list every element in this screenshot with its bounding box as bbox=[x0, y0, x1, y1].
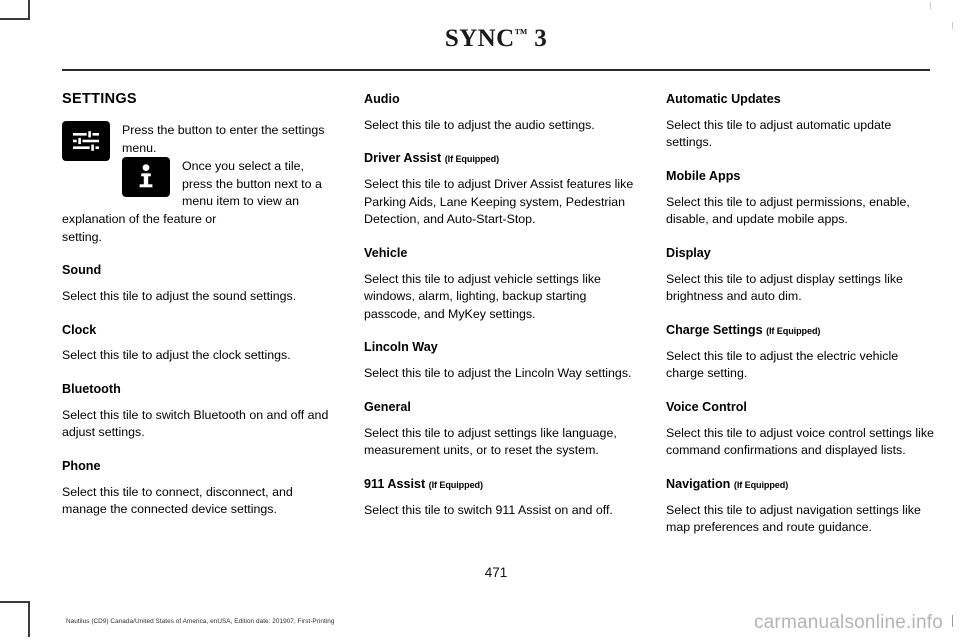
entry-title-text: Mobile Apps bbox=[666, 168, 741, 183]
column-left: SETTINGS Press the button to enter the s… bbox=[62, 91, 334, 537]
entry-title-text: Driver Assist bbox=[364, 151, 442, 166]
entry-body: Select this tile to adjust settings like… bbox=[364, 425, 617, 458]
crop-mark-top-right-secondary bbox=[952, 22, 954, 29]
entry-title: Lincoln Way bbox=[364, 340, 636, 356]
sliders-settings-icon bbox=[62, 120, 110, 161]
entry-title: Audio bbox=[364, 92, 636, 108]
entry-body: Select this tile to adjust display setti… bbox=[666, 271, 903, 304]
entry-title: Navigation (If Equipped) bbox=[666, 477, 938, 493]
entry-title: Vehicle bbox=[364, 246, 636, 262]
entry-body: Select this tile to adjust voice control… bbox=[666, 425, 934, 458]
entry-title: Automatic Updates bbox=[666, 92, 938, 108]
entry-title: Mobile Apps bbox=[666, 169, 938, 185]
entry-title-text: Vehicle bbox=[364, 245, 408, 260]
page-title-main: SYNC bbox=[444, 25, 515, 52]
entry-body: Select this tile to switch Bluetooth on … bbox=[62, 407, 329, 440]
entry-title-text: Lincoln Way bbox=[364, 340, 438, 355]
entry-body: Select this tile to adjust vehicle setti… bbox=[364, 271, 601, 321]
entry-body: Select this tile to adjust permissions, … bbox=[666, 194, 910, 227]
crop-mark-top-right bbox=[930, 2, 932, 9]
entry-body: Select this tile to adjust automatic upd… bbox=[666, 117, 892, 150]
footer-edition-note: Nautilus (CD9) Canada/United States of A… bbox=[66, 618, 335, 625]
site-watermark: carmanualsonline.info bbox=[753, 612, 943, 633]
entry-title: Driver Assist (If Equipped) bbox=[364, 151, 636, 167]
entry-title: General bbox=[364, 400, 636, 416]
trademark-symbol: ™ bbox=[514, 25, 528, 41]
page-title: SYNC™ 3 bbox=[62, 26, 930, 51]
settings-entry: Clock Select this tile to adjust the clo… bbox=[62, 323, 334, 365]
page-title-suffix: 3 bbox=[527, 25, 548, 52]
entry-title-text: Display bbox=[666, 245, 711, 260]
settings-entry: Sound Select this tile to adjust the sou… bbox=[62, 263, 334, 305]
crop-mark-bottom-right bbox=[952, 615, 954, 627]
entry-title-text: Navigation bbox=[666, 476, 731, 491]
settings-entry: 911 Assist (If Equipped) Select this til… bbox=[364, 477, 636, 519]
info-icon bbox=[122, 157, 170, 198]
settings-entry: Display Select this tile to adjust displ… bbox=[666, 246, 938, 306]
entry-body: Select this tile to adjust navigation se… bbox=[666, 502, 921, 535]
icon-instruction-row: Press the button to enter the settings m… bbox=[62, 120, 334, 161]
icon-instruction-text-2-tail: setting. bbox=[62, 229, 102, 244]
content-columns: SETTINGS Press the button to enter the s… bbox=[62, 91, 934, 537]
icon-instruction-row: Once you select a tile, press the button… bbox=[62, 157, 334, 246]
settings-entry: Driver Assist (If Equipped) Select this … bbox=[364, 151, 636, 229]
entry-title-text: 911 Assist bbox=[364, 476, 426, 491]
header-divider-rule bbox=[62, 69, 930, 71]
column-middle: Audio Select this tile to adjust the aud… bbox=[364, 92, 636, 537]
entry-qualifier: (If Equipped) bbox=[444, 154, 500, 165]
icon-instruction-block: Press the button to enter the settings m… bbox=[62, 120, 334, 246]
entry-title: Display bbox=[666, 246, 938, 262]
entry-body: Select this tile to adjust the electric … bbox=[666, 348, 899, 381]
settings-entry: Mobile Apps Select this tile to adjust p… bbox=[666, 169, 938, 229]
entry-title: Bluetooth bbox=[62, 381, 121, 396]
entry-title: Voice Control bbox=[666, 400, 938, 416]
settings-entry: Lincoln Way Select this tile to adjust t… bbox=[364, 340, 636, 382]
entry-body: Select this tile to adjust the audio set… bbox=[364, 117, 595, 132]
crop-mark-bottom-left bbox=[0, 601, 30, 637]
entry-title: Sound bbox=[62, 263, 102, 278]
settings-entry: Audio Select this tile to adjust the aud… bbox=[364, 92, 636, 134]
entry-title-text: Automatic Updates bbox=[666, 92, 781, 106]
entry-title: Charge Settings (If Equipped) bbox=[666, 323, 938, 339]
icon-instruction-text-2: Once you select a tile, press the button… bbox=[62, 159, 322, 226]
entry-body: Select this tile to adjust the sound set… bbox=[62, 288, 297, 303]
page-number: 471 bbox=[484, 565, 508, 580]
settings-entry: Voice Control Select this tile to adjust… bbox=[666, 400, 938, 460]
settings-entry: Navigation (If Equipped) Select this til… bbox=[666, 477, 938, 537]
settings-entry: Bluetooth Select this tile to switch Blu… bbox=[62, 382, 334, 442]
entry-title-text: General bbox=[364, 399, 411, 414]
settings-entry: Phone Select this tile to connect, disco… bbox=[62, 459, 334, 519]
entry-qualifier: (If Equipped) bbox=[428, 479, 483, 490]
entry-body: Select this tile to adjust the Lincoln W… bbox=[364, 366, 632, 381]
entry-qualifier: (If Equipped) bbox=[766, 325, 821, 336]
column-right: Automatic Updates Select this tile to ad… bbox=[666, 92, 938, 537]
entry-title-text: Audio bbox=[364, 92, 400, 106]
crop-mark-top-left bbox=[0, 0, 30, 20]
settings-entry: Automatic Updates Select this tile to ad… bbox=[666, 92, 938, 152]
settings-entry: General Select this tile to adjust setti… bbox=[364, 400, 636, 460]
entry-title-text: Charge Settings bbox=[666, 322, 763, 337]
entry-title-text: Voice Control bbox=[666, 399, 747, 414]
entry-title: Phone bbox=[62, 458, 101, 473]
entry-body: Select this tile to connect, disconnect,… bbox=[62, 484, 293, 517]
entry-body: Select this tile to switch 911 Assist on… bbox=[364, 502, 613, 517]
settings-entry: Charge Settings (If Equipped) Select thi… bbox=[666, 323, 938, 383]
entry-title: Clock bbox=[62, 322, 97, 337]
entry-body: Select this tile to adjust the clock set… bbox=[62, 348, 291, 363]
entry-title: 911 Assist (If Equipped) bbox=[364, 477, 636, 493]
entry-body: Select this tile to adjust Driver Assist… bbox=[364, 177, 634, 227]
settings-entry: Vehicle Select this tile to adjust vehic… bbox=[364, 246, 636, 324]
entry-qualifier: (If Equipped) bbox=[733, 479, 789, 490]
page-header: SYNC™ 3 bbox=[62, 26, 930, 51]
section-title-settings: SETTINGS bbox=[62, 91, 137, 107]
